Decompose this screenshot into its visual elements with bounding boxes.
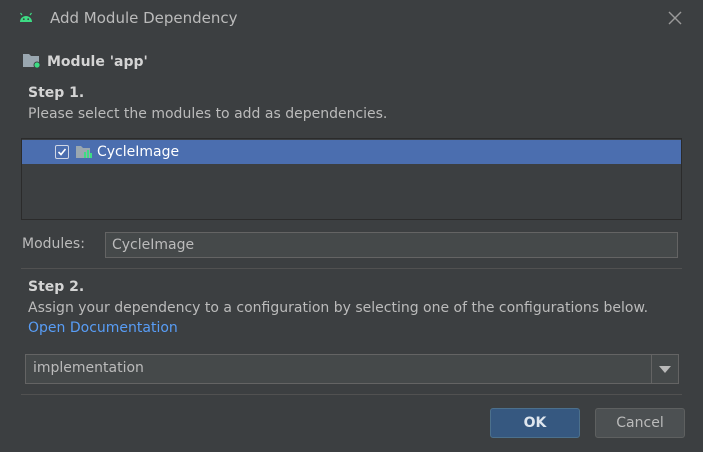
dialog-title: Add Module Dependency xyxy=(50,9,238,27)
step1-title: Step 1. xyxy=(28,85,85,101)
modules-field-label: Modules: xyxy=(22,236,85,252)
add-module-dependency-dialog: Add Module Dependency Module 'app' Step … xyxy=(0,0,703,452)
module-checkbox[interactable] xyxy=(55,145,69,159)
cancel-button[interactable]: Cancel xyxy=(595,408,685,438)
module-header: Module 'app' xyxy=(22,52,148,72)
ok-button[interactable]: OK xyxy=(490,408,580,438)
step2-title: Step 2. xyxy=(28,279,85,295)
configuration-value: implementation xyxy=(33,360,144,376)
step1-description: Please select the modules to add as depe… xyxy=(28,106,388,122)
separator xyxy=(21,394,682,395)
module-library-icon xyxy=(75,144,93,160)
module-name-label: Module 'app' xyxy=(47,54,148,70)
title-bar: Add Module Dependency xyxy=(0,0,703,38)
modules-field[interactable] xyxy=(105,232,678,258)
module-list[interactable]: CycleImage xyxy=(21,138,682,220)
configuration-dropdown[interactable]: implementation xyxy=(25,354,679,384)
module-folder-icon xyxy=(22,52,41,73)
module-item-label: CycleImage xyxy=(97,144,180,160)
open-documentation-link[interactable]: Open Documentation xyxy=(28,320,178,336)
dropdown-divider xyxy=(651,355,652,383)
close-icon[interactable] xyxy=(666,9,684,27)
separator xyxy=(21,268,682,269)
chevron-down-icon[interactable] xyxy=(659,366,671,373)
step2-description: Assign your dependency to a configuratio… xyxy=(28,300,649,316)
list-item[interactable]: CycleImage xyxy=(22,140,681,164)
android-icon xyxy=(17,9,35,27)
